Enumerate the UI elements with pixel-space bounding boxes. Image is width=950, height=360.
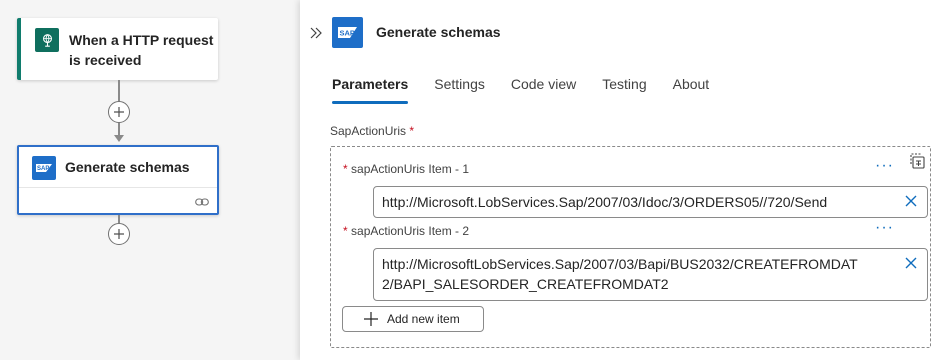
add-step-button[interactable] xyxy=(108,223,130,245)
more-options-icon[interactable]: ··· xyxy=(875,158,894,174)
required-mark: * xyxy=(343,162,348,176)
tab-settings[interactable]: Settings xyxy=(434,74,485,104)
item-label-text: sapActionUris Item - 2 xyxy=(351,224,470,238)
required-mark: * xyxy=(409,124,415,138)
generate-schemas-card[interactable]: SAP Generate schemas xyxy=(17,145,219,215)
plus-icon xyxy=(114,107,124,117)
link-icon xyxy=(195,198,209,206)
tab-about[interactable]: About xyxy=(673,74,710,104)
trigger-card[interactable]: When a HTTP request is received xyxy=(17,18,218,80)
insert-step-button[interactable] xyxy=(108,101,130,123)
panel-title: Generate schemas xyxy=(376,24,501,40)
add-new-item-button[interactable]: Add new item xyxy=(342,306,484,332)
tab-testing[interactable]: Testing xyxy=(602,74,646,104)
required-mark: * xyxy=(343,224,348,238)
connector-line xyxy=(118,215,120,223)
action-details-panel: SAP Generate schemas Parameters Settings… xyxy=(300,0,950,360)
svg-text:SAP: SAP xyxy=(340,28,355,37)
plus-icon xyxy=(114,229,124,239)
arrow-down-icon xyxy=(114,135,124,142)
connector-line xyxy=(118,80,120,101)
tab-parameters[interactable]: Parameters xyxy=(332,74,409,104)
svg-text:SAP: SAP xyxy=(37,166,49,172)
more-options-icon[interactable]: ··· xyxy=(875,220,894,236)
item-label: * sapActionUris Item - 2 xyxy=(343,224,469,238)
item-label-text: sapActionUris Item - 1 xyxy=(351,162,470,176)
add-new-item-label: Add new item xyxy=(387,312,460,326)
collapse-panel-icon[interactable] xyxy=(308,25,324,41)
item-label: * sapActionUris Item - 1 xyxy=(343,162,469,176)
action-title: Generate schemas xyxy=(65,159,190,175)
remove-item-icon[interactable] xyxy=(904,256,918,270)
item-value: http://MicrosoftLobServices.Sap/2007/03/… xyxy=(382,256,858,292)
designer-canvas: When a HTTP request is received SAP Gene… xyxy=(0,0,300,360)
tab-code-view[interactable]: Code view xyxy=(511,74,576,104)
sap-icon: SAP xyxy=(332,17,363,48)
plus-icon xyxy=(364,312,378,326)
http-request-icon xyxy=(35,28,59,52)
card-divider xyxy=(19,187,217,188)
panel-tabs: Parameters Settings Code view Testing Ab… xyxy=(332,74,735,104)
remove-item-icon[interactable] xyxy=(904,194,918,208)
item-input[interactable]: http://MicrosoftLobServices.Sap/2007/03/… xyxy=(373,248,928,301)
sap-icon: SAP xyxy=(32,156,56,180)
field-label: SapActionUris * xyxy=(330,124,414,138)
item-input[interactable]: http://Microsoft.LobServices.Sap/2007/03… xyxy=(373,186,928,218)
field-label-text: SapActionUris xyxy=(330,124,407,138)
item-value: http://Microsoft.LobServices.Sap/2007/03… xyxy=(382,194,828,210)
trigger-title: When a HTTP request is received xyxy=(69,32,214,68)
